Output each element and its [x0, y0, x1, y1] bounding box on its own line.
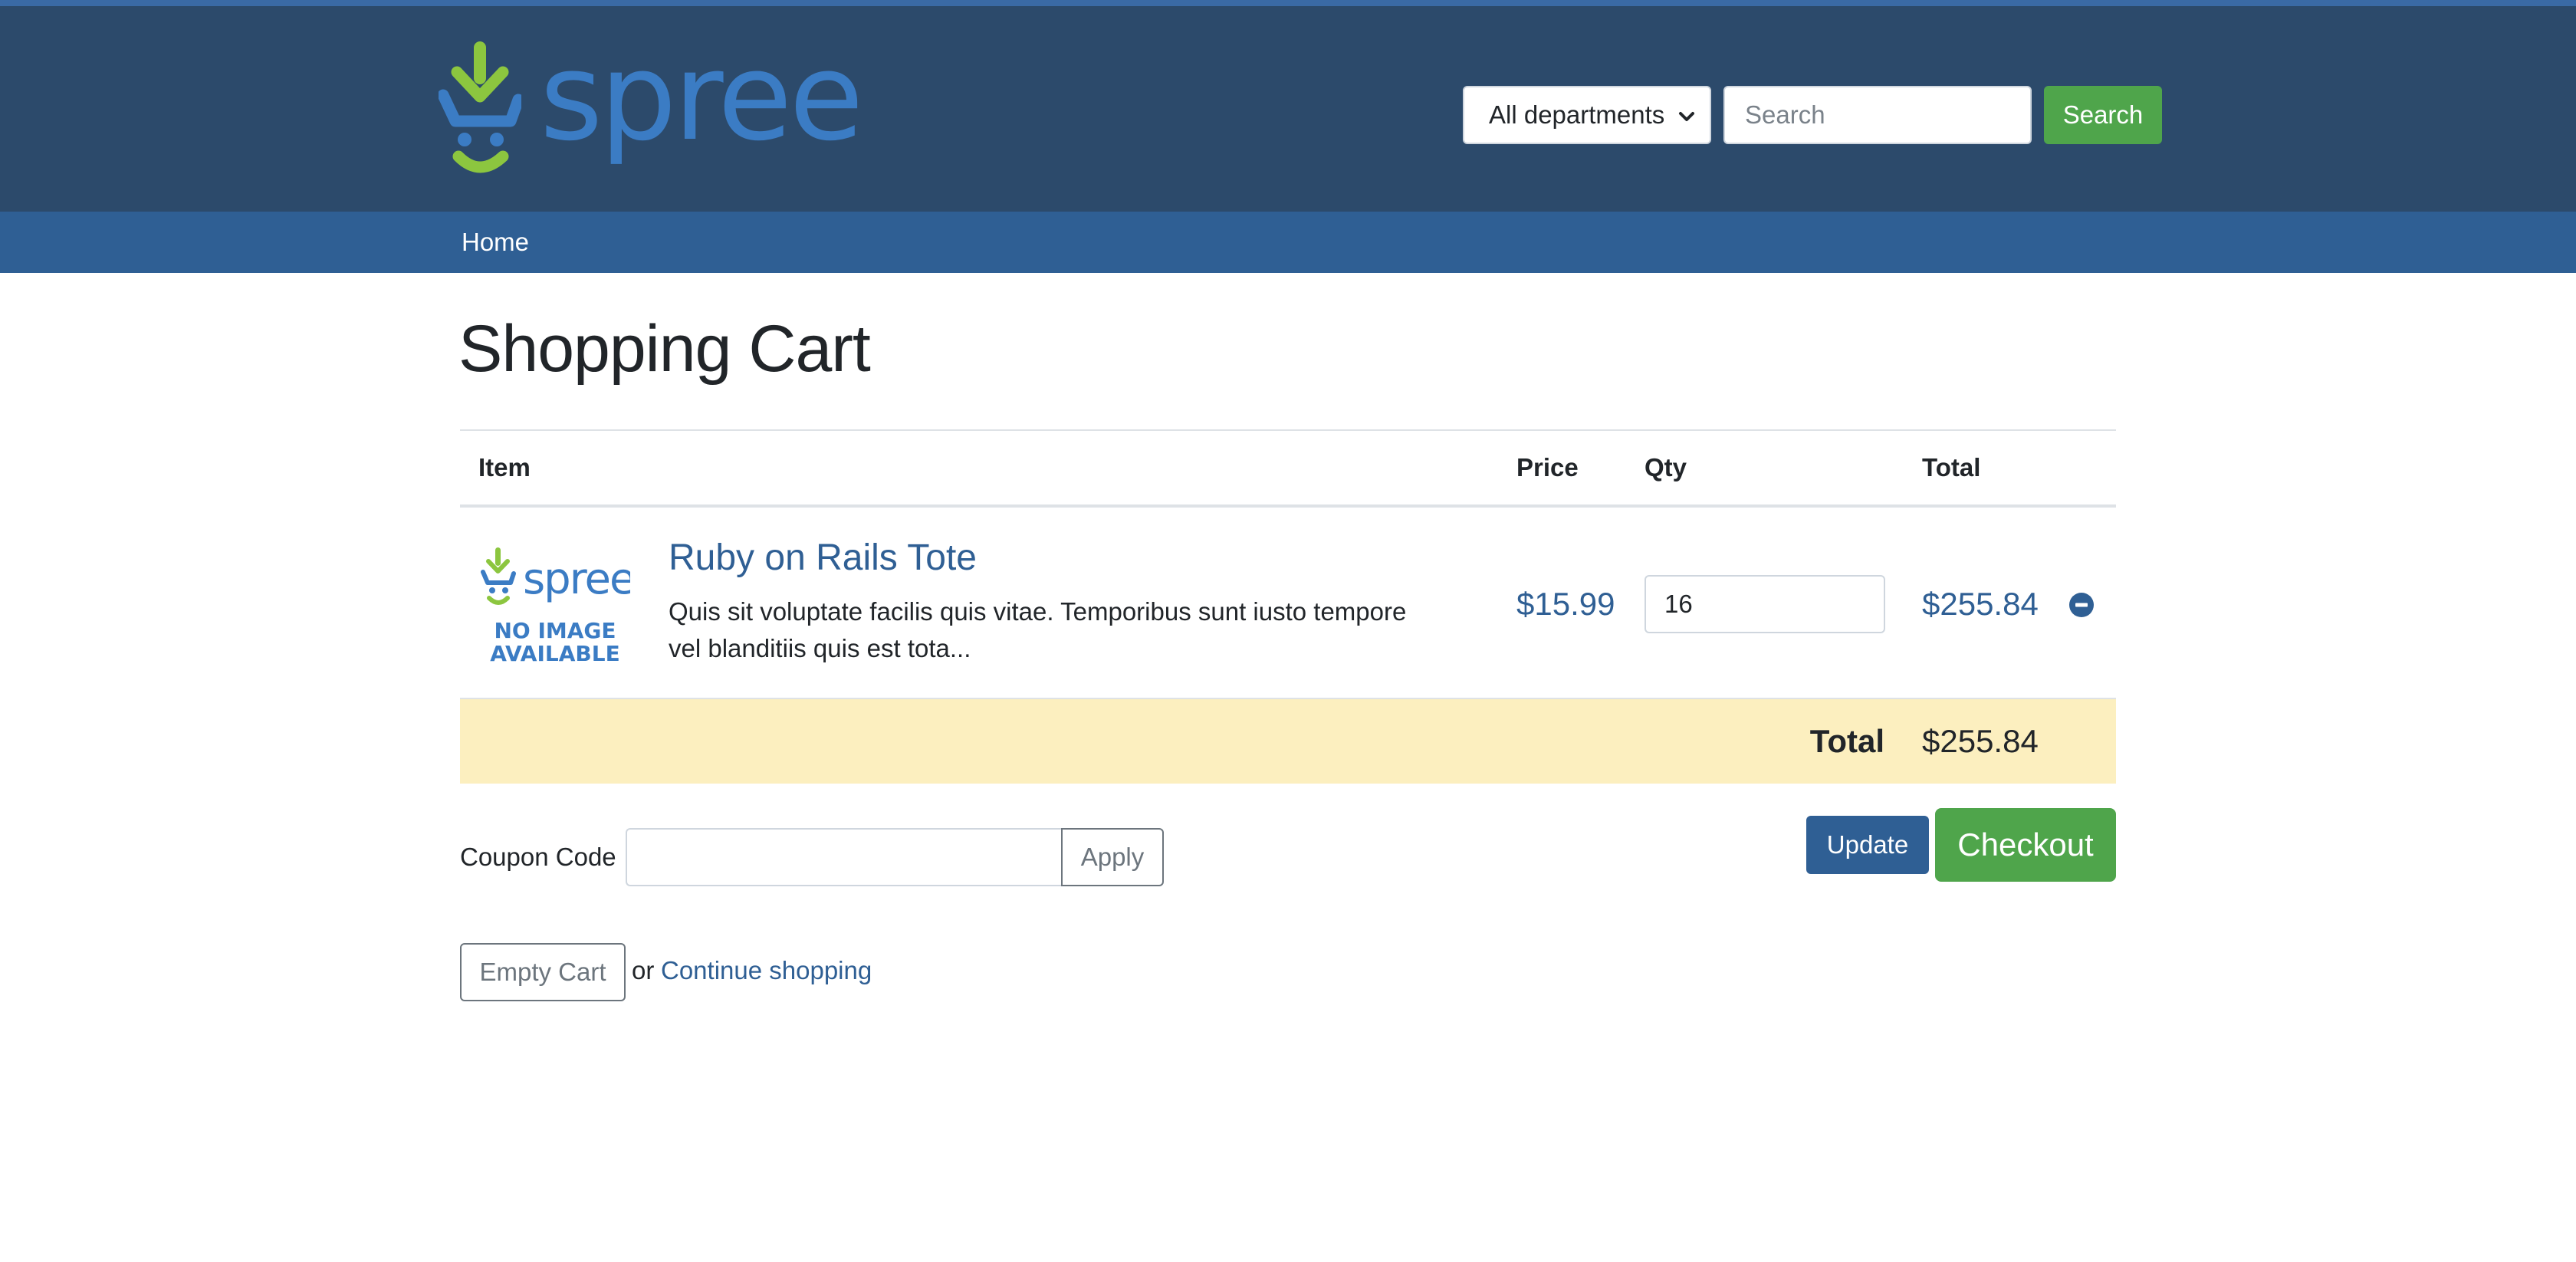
thumbnail-logo-text: spree — [523, 554, 630, 604]
main-nav: Home — [0, 212, 2576, 273]
or-text: or — [632, 956, 655, 984]
page-title: Shopping Cart — [458, 312, 871, 386]
site-header: spree All departments Search — [0, 0, 2576, 212]
column-header-qty: Qty — [1644, 453, 1687, 481]
no-image-line1: NO IMAGE — [494, 618, 616, 643]
search-input[interactable] — [1723, 86, 2032, 144]
minus-circle-icon[interactable] — [2069, 593, 2094, 617]
cart-total-row: Total $255.84 — [460, 699, 2116, 784]
column-header-item: Item — [478, 453, 531, 481]
department-select-value: All departments — [1489, 100, 1665, 129]
product-price: $15.99 — [1516, 586, 1615, 622]
no-image-line2: AVAILABLE — [490, 641, 620, 666]
cart-total-label: Total — [1809, 723, 1884, 759]
spree-logo-icon: spree — [481, 547, 630, 605]
cart-table-header: Item Price Qty Total — [460, 429, 2116, 508]
chevron-down-icon — [1679, 112, 1694, 121]
spree-logo[interactable]: spree — [439, 31, 864, 175]
table-row: spree NO IMAGE AVAILABLE Ruby on Rails T… — [460, 508, 2116, 699]
cart-total-value: $255.84 — [1922, 723, 2039, 759]
coupon-label: Coupon Code — [460, 843, 616, 871]
column-header-total: Total — [1922, 453, 1981, 481]
coupon-code-input[interactable] — [626, 828, 1063, 886]
search-button[interactable]: Search — [2044, 86, 2162, 144]
apply-coupon-button[interactable]: Apply — [1061, 828, 1164, 886]
nav-item-home[interactable]: Home — [462, 212, 529, 273]
product-name-link[interactable]: Ruby on Rails Tote — [669, 535, 977, 581]
department-select[interactable]: All departments — [1463, 86, 1711, 144]
empty-cart-button[interactable]: Empty Cart — [460, 943, 626, 1001]
no-image-label: NO IMAGE AVAILABLE — [480, 619, 630, 666]
quantity-input[interactable] — [1644, 575, 1885, 633]
logo-wordmark: spree — [540, 27, 864, 168]
product-description: Quis sit voluptate facilis quis vitae. T… — [669, 597, 1407, 662]
update-button[interactable]: Update — [1806, 816, 1929, 874]
column-header-price: Price — [1516, 453, 1579, 481]
continue-shopping-link[interactable]: Continue shopping — [661, 954, 872, 988]
product-thumbnail[interactable]: spree NO IMAGE AVAILABLE — [480, 543, 630, 667]
line-total: $255.84 — [1922, 586, 2039, 622]
cart-arrow-icon — [439, 41, 521, 173]
checkout-button[interactable]: Checkout — [1935, 808, 2116, 882]
